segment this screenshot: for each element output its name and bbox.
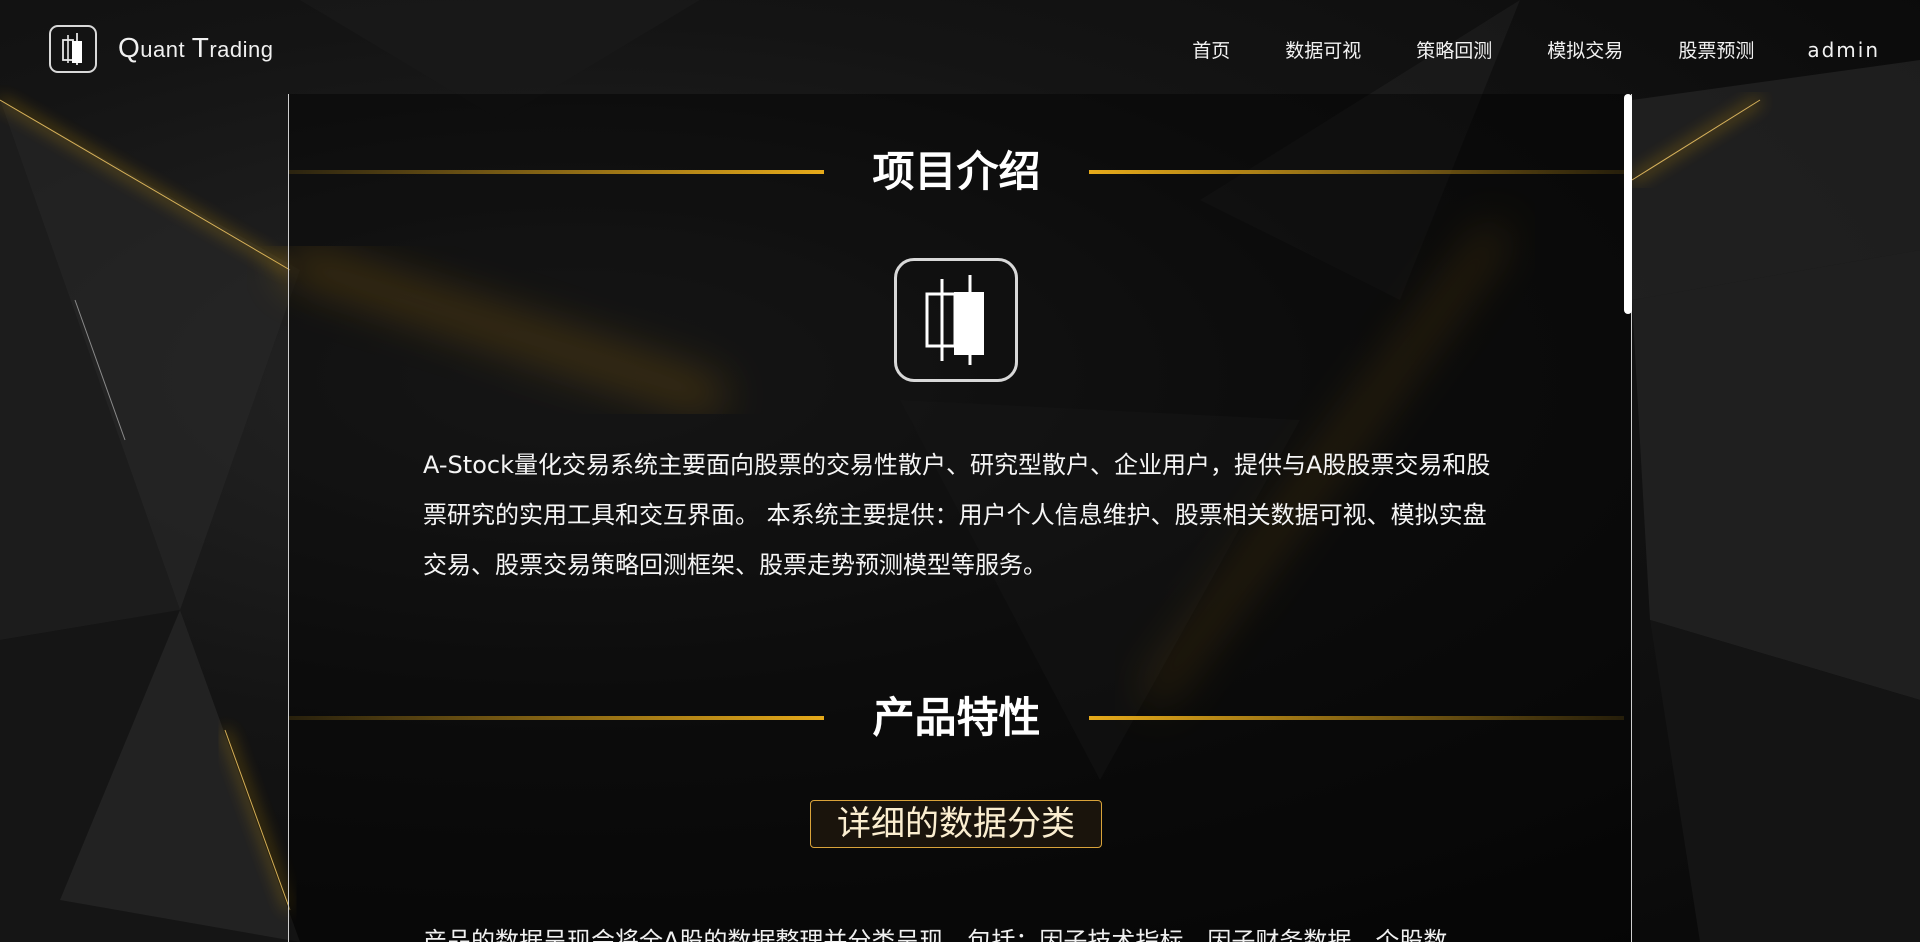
nav-menu: 首页 数据可视 策略回测 模拟交易 股票预测 admin bbox=[1137, 36, 1880, 63]
logo-icon[interactable] bbox=[49, 25, 97, 73]
user-menu[interactable]: admin bbox=[1807, 38, 1880, 62]
candlestick-icon bbox=[894, 258, 1018, 382]
feature-description: 产品的数据呈现会将全A股的数据整理并分类呈现，包括：因子技术指标、因子财务数据、… bbox=[423, 927, 1448, 942]
brand-letter-t: T bbox=[191, 32, 210, 63]
section-title-intro: 项目介绍 bbox=[872, 147, 1041, 196]
nav-item-simulated-trading[interactable]: 模拟交易 bbox=[1547, 36, 1623, 63]
brand-name[interactable]: Quant Trading bbox=[118, 32, 273, 64]
feature-badge-data-classification: 详细的数据分类 bbox=[810, 800, 1102, 848]
section-heading-features: 产品特性 bbox=[289, 693, 1624, 743]
heading-divider-left bbox=[289, 170, 824, 174]
nav-item-home[interactable]: 首页 bbox=[1192, 36, 1230, 63]
heading-divider-right bbox=[1089, 170, 1624, 174]
brand-uant: uant bbox=[140, 37, 192, 62]
nav-item-stock-prediction[interactable]: 股票预测 bbox=[1678, 36, 1754, 63]
heading-divider-right bbox=[1089, 716, 1624, 720]
brand-letter-q: Q bbox=[118, 32, 141, 63]
section-heading-intro: 项目介绍 bbox=[289, 147, 1624, 197]
heading-divider-left bbox=[289, 716, 824, 720]
intro-paragraph: A-Stock量化交易系统主要面向股票的交易性散户、研究型散户、企业用户，提供与… bbox=[423, 451, 1491, 579]
scrollbar-thumb[interactable] bbox=[1624, 94, 1632, 314]
nav-item-data-visualization[interactable]: 数据可视 bbox=[1285, 36, 1361, 63]
brand-rading: rading bbox=[209, 37, 274, 62]
top-navbar: Quant Trading 首页 数据可视 策略回测 模拟交易 股票预测 adm… bbox=[0, 0, 1920, 100]
section-title-features: 产品特性 bbox=[872, 693, 1041, 742]
nav-item-strategy-backtest[interactable]: 策略回测 bbox=[1416, 36, 1492, 63]
page: Quant Trading 首页 数据可视 策略回测 模拟交易 股票预测 adm… bbox=[0, 0, 1920, 942]
